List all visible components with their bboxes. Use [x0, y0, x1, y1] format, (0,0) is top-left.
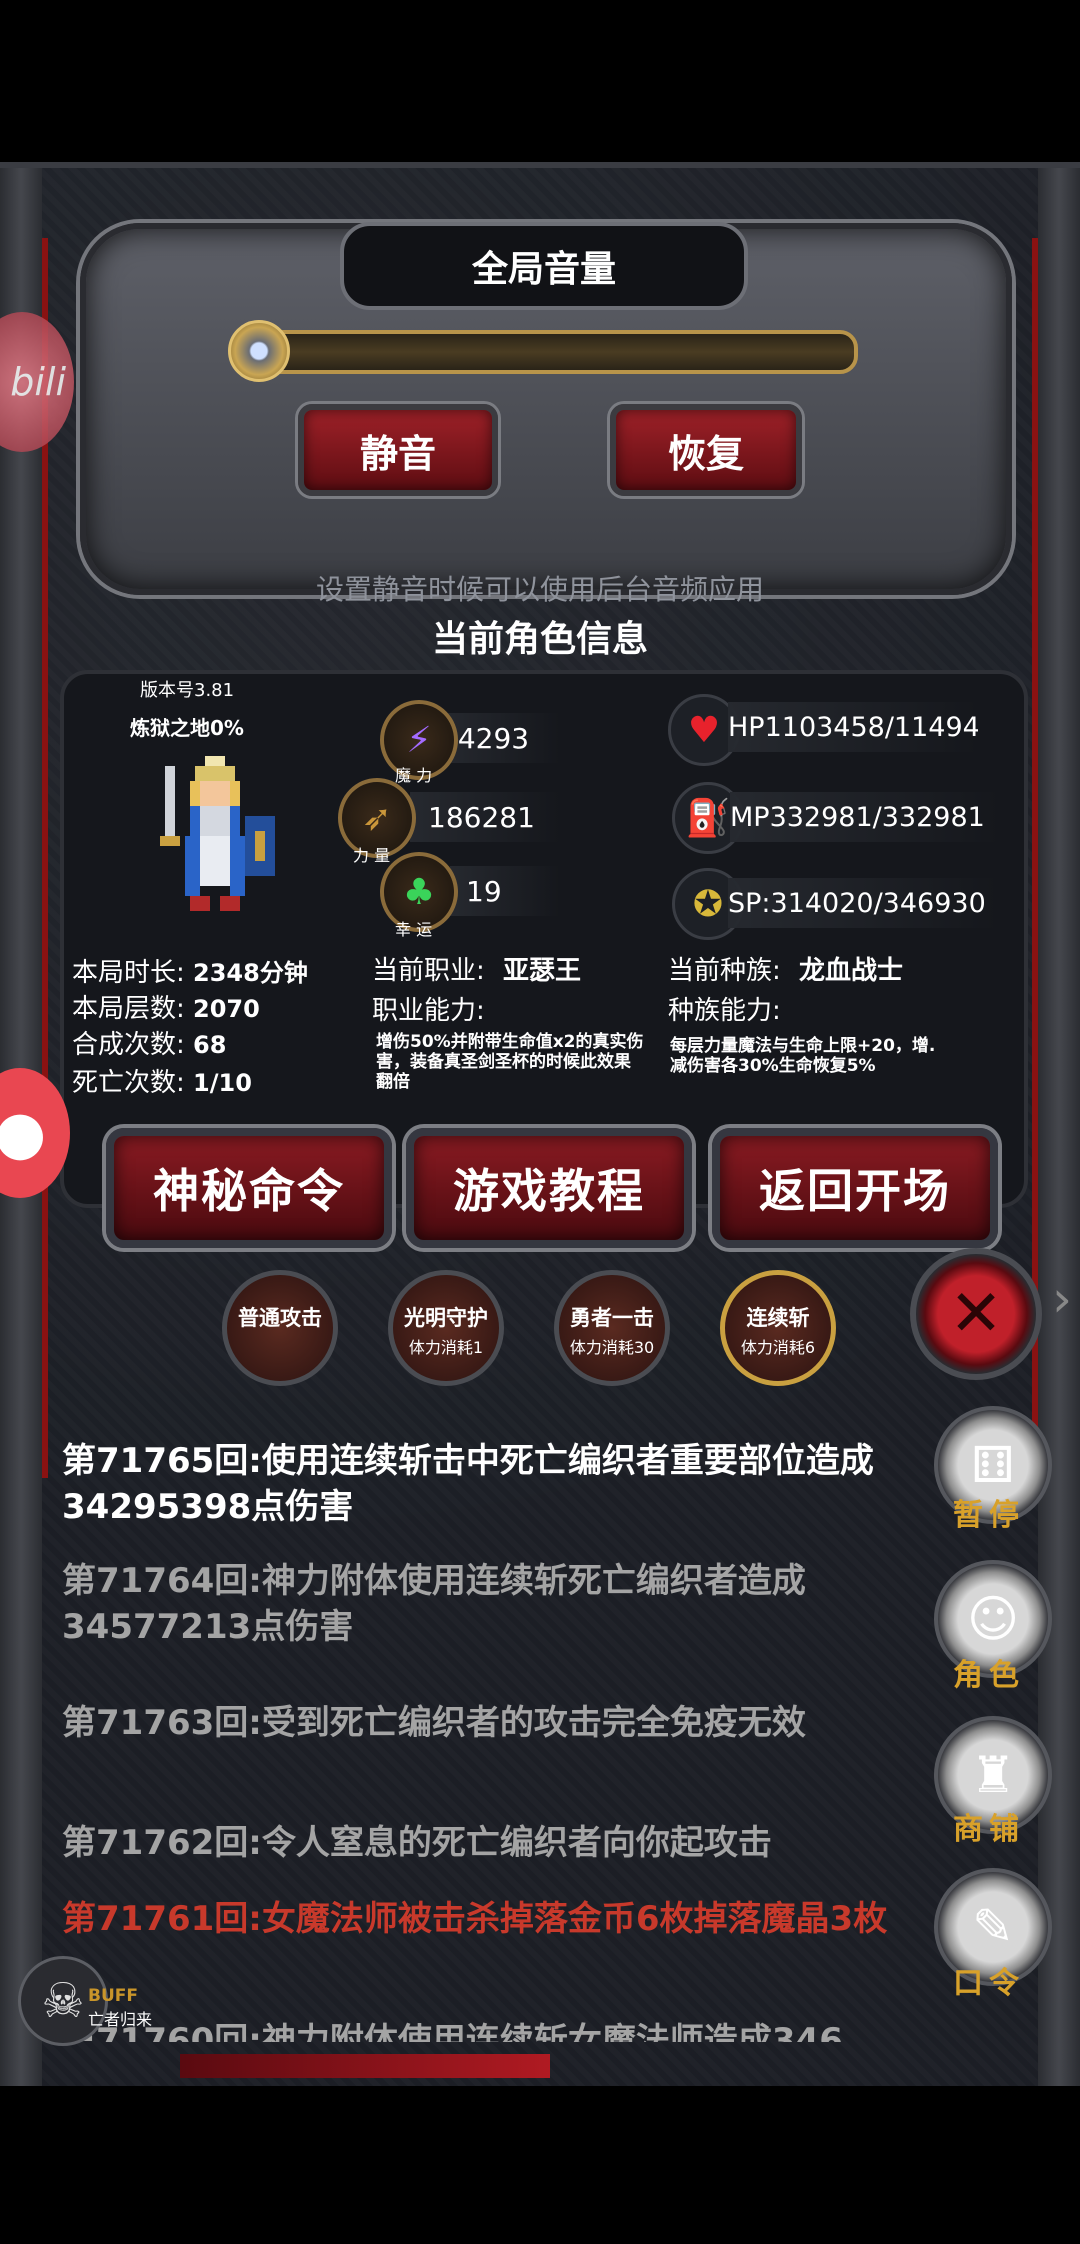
mute-button[interactable]: 静音 — [298, 404, 498, 496]
volume-title-box: 全局音量 — [340, 222, 748, 310]
skill-hero-strike-label: 勇者一击 — [570, 1306, 654, 1330]
job: 当前职业: 亚瑟王 — [372, 950, 581, 987]
session-floors: 本局层数: 2070 — [72, 988, 260, 1025]
game-tutorial-label: 游戏教程 — [453, 1164, 645, 1218]
craft-count: 合成次数: 68 — [72, 1024, 226, 1061]
volume-slider-knob[interactable] — [228, 320, 290, 382]
hp-value-box: HP1103458/11494 — [728, 702, 978, 752]
shop-label: 商铺 — [953, 1812, 1025, 1847]
magic-label: 魔 力 — [395, 766, 433, 785]
death-count-label: 死亡次数: — [72, 1068, 185, 1098]
power-value: 186281 — [428, 800, 535, 834]
skill-combo-slash-cost: 体力消耗6 — [740, 1338, 816, 1357]
buff-label: BUFF — [88, 1986, 138, 2006]
race-ability-desc: 每层力量魔法与生命上限+20，增.减伤害各30%生命恢复5% — [670, 1036, 936, 1076]
volume-slider[interactable] — [230, 330, 858, 374]
log-entry: 第71765回:使用连续斩击中死亡编织者重要部位造成34295398点伤害 — [62, 1441, 874, 1527]
job-ability-desc: 增伤50%并附带生命值x2的真实伤害，装备真圣剑圣杯的时候此效果翻倍 — [376, 1032, 644, 1092]
return-start-button[interactable]: 返回开场 — [712, 1128, 998, 1248]
buff-sub: 亡者归来 — [88, 2010, 153, 2029]
secret-command-label: 神秘命令 — [153, 1164, 345, 1218]
skill-light-guard-label: 光明守护 — [404, 1306, 488, 1330]
skill-combo-slash-label: 连续斩 — [746, 1306, 810, 1330]
restore-button-label: 恢复 — [667, 431, 744, 476]
character-info-title: 当前角色信息 — [431, 619, 648, 660]
session-time-value: 2348分钟 — [193, 959, 308, 987]
race-ability-label: 种族能力: — [668, 996, 781, 1026]
game-tutorial-button[interactable]: 游戏教程 — [406, 1128, 692, 1248]
progress-bar — [180, 2054, 550, 2078]
power-value-box: 186281 — [410, 792, 560, 842]
log-entry: 第71763回:受到死亡编织者的攻击完全免疫无效 — [62, 1703, 806, 1743]
craft-count-label: 合成次数: — [72, 1030, 185, 1060]
mp-value-box: MP332981/332981 — [730, 792, 1000, 842]
magic-value-box: 84293 — [440, 713, 560, 763]
job-label: 当前职业: — [372, 956, 485, 986]
role-label: 角色 — [953, 1658, 1025, 1693]
log-entry: 第71760回:神力附体使用连续斩女魔法师造成346 — [62, 2021, 843, 2042]
sp-value: SP:314020/346930 — [728, 887, 986, 919]
skill-hero-strike-cost: 体力消耗30 — [569, 1338, 655, 1357]
chevron-right-icon[interactable]: › — [1052, 1270, 1072, 1328]
close-icon: ✕ — [949, 1277, 1003, 1351]
shop-bag-icon: ♜ — [970, 1746, 1016, 1804]
pause-label: 暂停 — [953, 1498, 1025, 1533]
restore-button[interactable]: 恢复 — [610, 404, 802, 496]
race: 当前种族: 龙血战士 — [668, 950, 903, 987]
return-start-label: 返回开场 — [759, 1164, 951, 1218]
job-ability-label: 职业能力: — [372, 996, 485, 1026]
skill-normal-attack-label: 普通攻击 — [238, 1306, 322, 1330]
close-panel-button[interactable]: ✕ — [910, 1248, 1042, 1380]
command-label: 口令 — [953, 1966, 1025, 2001]
luck-value-box: 19 — [450, 866, 560, 916]
death-count: 死亡次数: 1/10 — [72, 1062, 252, 1099]
death-count-value: 1/10 — [193, 1069, 252, 1097]
session-floors-label: 本局层数: — [72, 994, 185, 1024]
craft-count-value: 68 — [193, 1031, 227, 1059]
mute-button-label: 静音 — [359, 431, 436, 476]
race-label: 当前种族: — [668, 956, 781, 986]
log-entry: 第71761回:女魔法师被击杀掉落金币6枚掉落魔晶3枚 — [62, 1899, 888, 1939]
hp-value: HP1103458/11494 — [728, 711, 978, 743]
race-value: 龙血战士 — [799, 956, 904, 986]
sp-value-box: SP:314020/346930 — [728, 878, 998, 928]
secret-command-button[interactable]: 神秘命令 — [106, 1128, 392, 1248]
character-sprite — [160, 756, 275, 911]
log-entry: 第71762回:令人窒息的死亡编织者向你起攻击 — [62, 1823, 772, 1863]
volume-title: 全局音量 — [471, 249, 616, 290]
job-value: 亚瑟王 — [503, 956, 582, 986]
session-time-label: 本局时长: — [72, 958, 185, 988]
version-label: 版本号3.81 — [140, 680, 235, 701]
scroll-book-icon: ✎ — [972, 1898, 1014, 1956]
purgatory-progress: 炼狱之地0% — [130, 716, 244, 740]
dice-icon: ⚅ — [971, 1436, 1015, 1494]
hooded-figure-icon: ☺ — [966, 1590, 1020, 1648]
luck-value: 19 — [466, 874, 502, 908]
bilibili-label: bili — [10, 360, 66, 404]
volume-hint: 设置静音时候可以使用后台音频应用 — [315, 573, 764, 606]
log-entry: 第71764回:神力附体使用连续斩死亡编织者造成34577213点伤害 — [62, 1561, 806, 1647]
luck-label: 幸 运 — [395, 920, 433, 939]
mp-value: MP332981/332981 — [730, 801, 985, 833]
session-time: 本局时长: 2348分钟 — [72, 952, 308, 989]
session-floors-value: 2070 — [193, 995, 260, 1023]
power-label: 力 量 — [353, 846, 391, 865]
skill-light-guard-cost: 体力消耗1 — [408, 1338, 484, 1357]
